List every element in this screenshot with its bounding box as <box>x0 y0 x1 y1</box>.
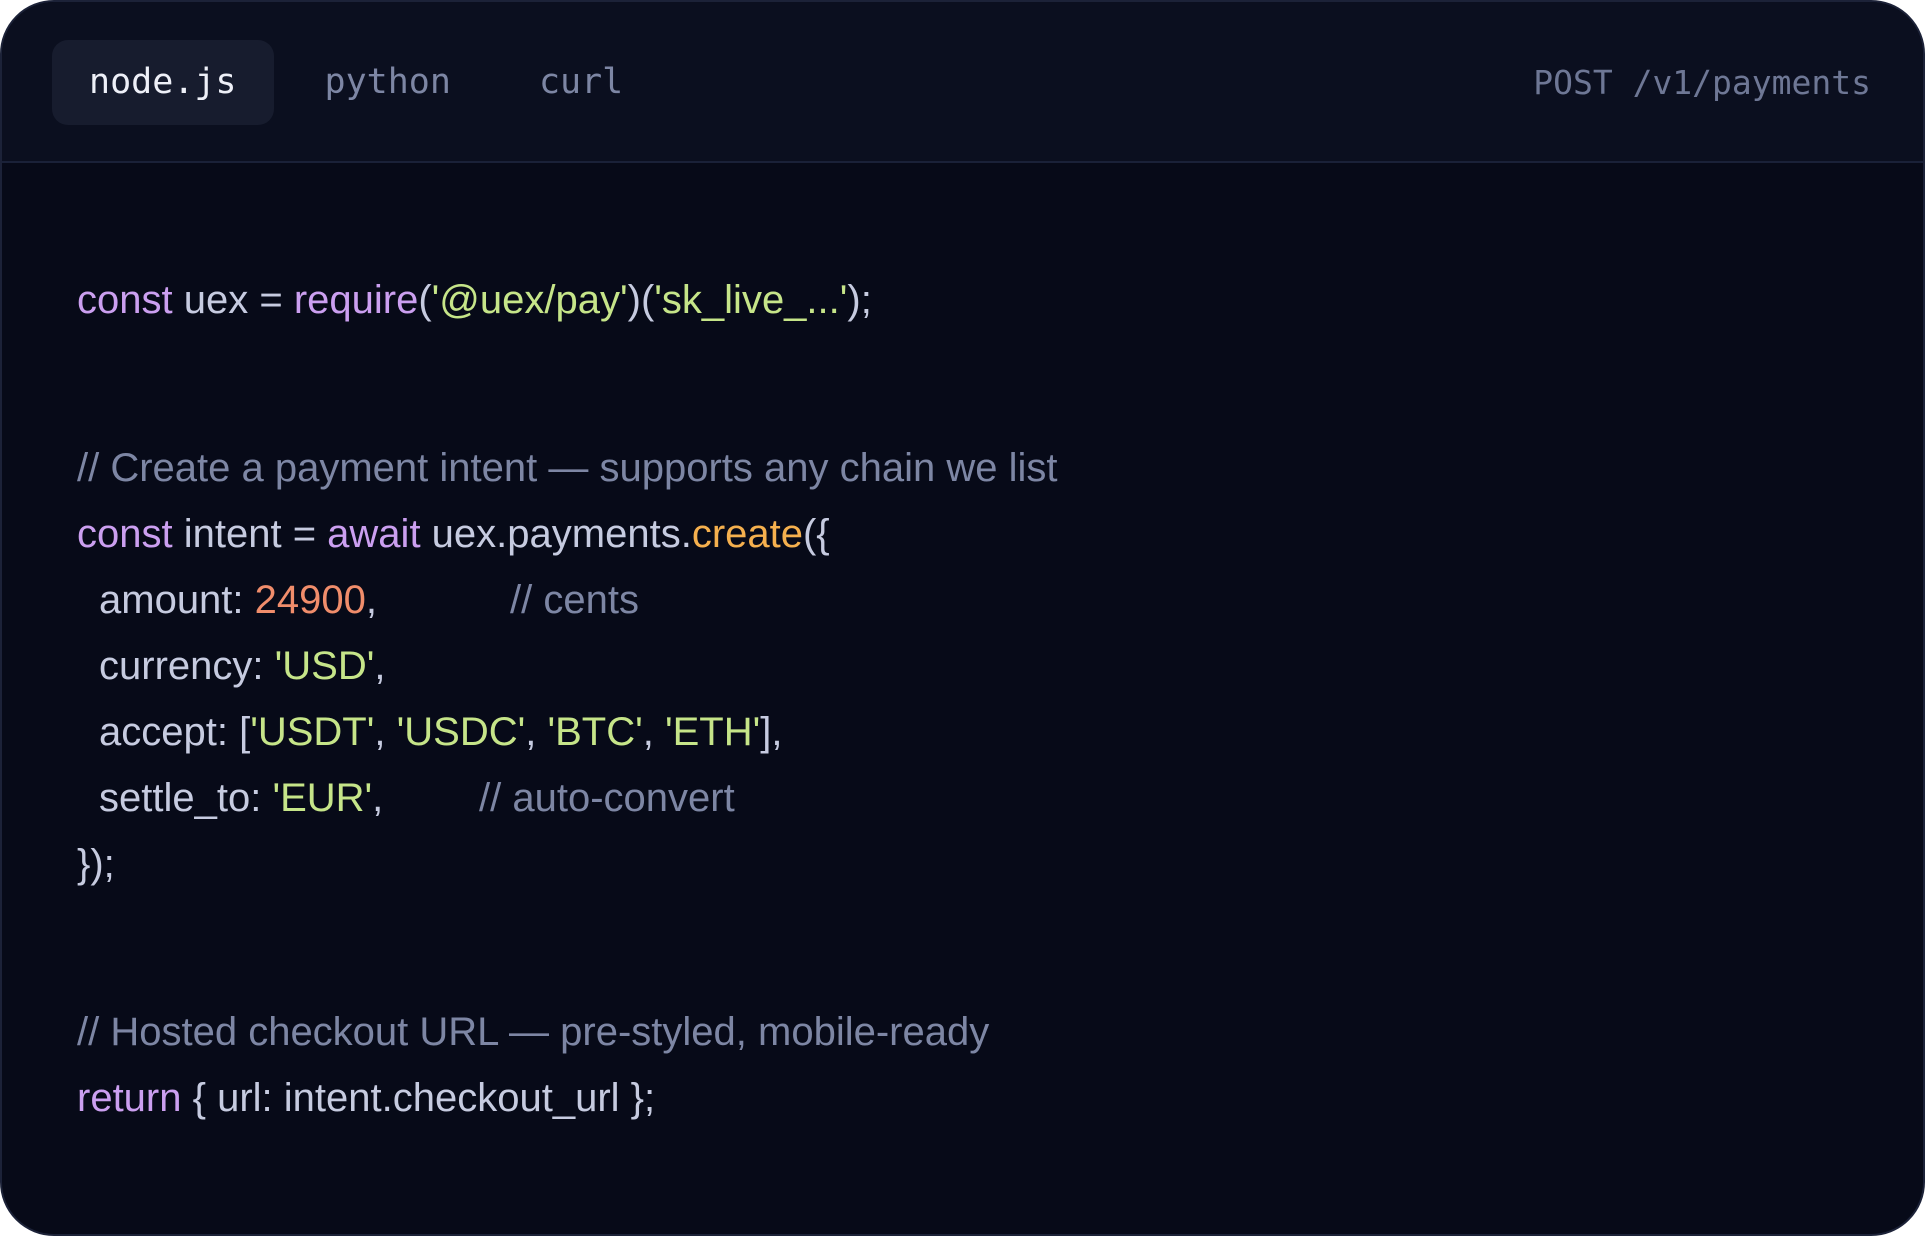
code-comment: // auto-convert <box>479 776 735 820</box>
code-line-5: currency: 'USD', <box>77 633 385 699</box>
code-string: 'USDC' <box>396 710 526 754</box>
code-function: require <box>293 278 419 322</box>
code-punct: ({ <box>802 512 830 556</box>
code-keyword: const <box>77 512 173 556</box>
code-string: '@uex/pay' <box>431 278 628 322</box>
code-function: create <box>691 512 803 556</box>
code-string: 'EUR' <box>272 776 373 820</box>
code-comment: // cents <box>510 578 639 622</box>
code-string: 'USD' <box>274 644 375 688</box>
code-string: 'BTC' <box>547 710 643 754</box>
code-keyword: const <box>77 278 173 322</box>
code-punct: )( <box>627 278 655 322</box>
code-sample-card: node.js python curl POST /v1/payments co… <box>0 0 1925 1236</box>
code-comment-line: // Create a payment intent — supports an… <box>77 446 1058 490</box>
code-text: uex = <box>172 278 294 322</box>
code-punct: , <box>372 776 384 820</box>
code-punct: , <box>374 644 386 688</box>
code-key: currency: <box>99 644 275 688</box>
code-key: accept: [ <box>99 710 251 754</box>
code-string: 'sk_live_...' <box>654 278 848 322</box>
code-line-7: settle_to: 'EUR', // auto-convert <box>77 765 735 831</box>
code-text: intent = <box>172 512 328 556</box>
code-line-3: const intent = await uex.payments.create… <box>77 501 830 567</box>
code-text: { url: intent.checkout_url }; <box>181 1076 656 1120</box>
code-number: 24900 <box>254 578 366 622</box>
code-punct: , <box>525 710 548 754</box>
code-string: 'USDT' <box>250 710 375 754</box>
code-line-10: return { url: intent.checkout_url }; <box>77 1065 655 1131</box>
code-line-6: accept: ['USDT', 'USDC', 'BTC', 'ETH'], <box>77 699 783 765</box>
code-punct: ], <box>760 710 783 754</box>
code-keyword: await <box>327 512 421 556</box>
code-punct: , <box>374 710 397 754</box>
code-line-8: }); <box>77 831 115 897</box>
code-line-4: amount: 24900, // cents <box>77 567 639 633</box>
code-comment-line: // Hosted checkout URL — pre-styled, mob… <box>77 1010 990 1054</box>
code-punct: , <box>365 578 378 622</box>
code-block: const uex = require('@uex/pay')('sk_live… <box>77 2 1883 1234</box>
code-line-1: const uex = require('@uex/pay')('sk_live… <box>77 267 872 333</box>
code-key: settle_to: <box>99 776 273 820</box>
code-key: amount: <box>99 578 255 622</box>
code-punct: , <box>642 710 665 754</box>
code-punct: ( <box>418 278 432 322</box>
code-punct: ); <box>847 278 872 322</box>
code-punct: }); <box>77 842 115 886</box>
code-text: uex.payments. <box>420 512 692 556</box>
code-keyword: return <box>77 1076 182 1120</box>
code-string: 'ETH' <box>664 710 761 754</box>
